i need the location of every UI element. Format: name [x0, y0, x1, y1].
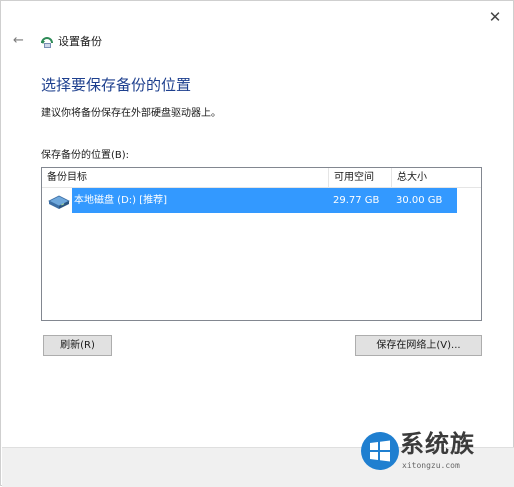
title-bar: ← 设置备份 ✕ [1, 1, 513, 61]
backup-setup-window: ← 设置备份 ✕ 选择要保存备份的位置 建议你将备份保存在外部硬盘驱动器上。 保… [0, 0, 514, 487]
windows-logo-icon [361, 432, 399, 470]
list-header: 备份目标 可用空间 总大小 [42, 168, 481, 188]
back-arrow-icon[interactable]: ← [13, 34, 25, 48]
drive-name-cell: 本地磁盘 (D:) [推荐] [72, 188, 328, 213]
instruction-text: 建议你将备份保存在外部硬盘驱动器上。 [41, 108, 221, 119]
site-watermark: 系统族 xitongzu.com [358, 425, 514, 487]
refresh-button[interactable]: 刷新(R) [43, 335, 112, 356]
list-item-drive-d[interactable]: 本地磁盘 (D:) [推荐] 29.77 GB 30.00 GB [42, 188, 457, 213]
free-space-cell: 29.77 GB [328, 188, 391, 213]
page-heading: 选择要保存备份的位置 [41, 76, 192, 94]
column-header-free-space[interactable]: 可用空间 [328, 168, 391, 187]
total-size-cell: 30.00 GB [391, 188, 457, 213]
column-header-total-size[interactable]: 总大小 [391, 168, 481, 187]
location-list-label: 保存备份的位置(B): [41, 150, 130, 161]
save-on-network-button[interactable]: 保存在网络上(V)... [355, 335, 482, 356]
column-header-target[interactable]: 备份目标 [42, 168, 328, 187]
window-title: 设置备份 [58, 35, 102, 48]
backup-location-list[interactable]: 备份目标 可用空间 总大小 本地磁盘 (D:) [推荐] 29.77 GB 30… [41, 167, 482, 321]
watermark-text: 系统族 [400, 430, 475, 458]
watermark-url: xitongzu.com [402, 461, 460, 470]
close-icon[interactable]: ✕ [485, 7, 505, 27]
hard-drive-icon [48, 195, 70, 209]
backup-app-icon [41, 37, 53, 48]
